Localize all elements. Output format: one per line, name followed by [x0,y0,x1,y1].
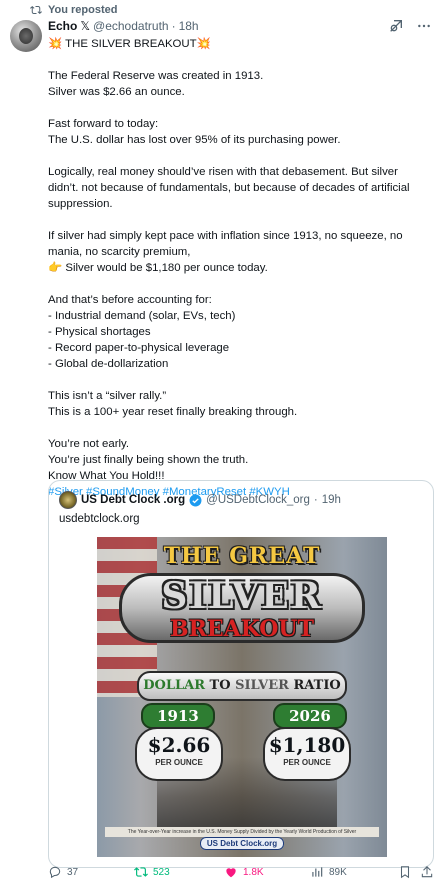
poster-logo-text: US Debt Clock.org [199,837,285,850]
poster-year-2026: 2026 [273,703,347,729]
post-top-actions [388,18,432,34]
quoted-post[interactable]: US Debt Clock .org @USDebtClock_org · 19… [48,480,434,868]
repost-count: 523 [153,866,170,878]
bookmark-icon [400,866,410,879]
author-avatar[interactable] [10,20,42,52]
quote-author-name[interactable]: US Debt Clock .org [81,494,185,506]
like-count: 1.8K [243,866,264,878]
dot-separator: · [313,494,318,506]
bookmark-button[interactable] [398,865,412,879]
reply-button[interactable]: 37 [48,865,78,879]
poster-price-1913: $2.66 PER OUNCE [135,727,223,781]
reply-icon [49,866,61,879]
poster-logo: US Debt Clock.org [97,837,387,853]
repost-label: You reposted [48,4,118,16]
post-text: 💥 THE SILVER BREAKOUT💥 The Federal Reser… [48,38,410,482]
poster-ratio-silver: SILVER [235,678,289,693]
poster-price-2026-unit: PER OUNCE [283,758,331,767]
poster-title-line2: SILVER [161,575,323,617]
quote-handle[interactable]: @USDebtClock_org [206,494,310,506]
action-bar: 37 523 1.8K 89K [48,864,434,880]
repost-indicator: You reposted [30,4,117,16]
share-icon [421,866,433,878]
poster-ratio-label: RATIO [288,678,341,693]
quote-image[interactable]: THE GREAT SILVER BREAKOUT DOLLAR TO SILV… [97,537,387,857]
dot-separator: · [171,19,176,33]
poster-ratio-to: TO [205,678,236,693]
quote-text: usdebtclock.org [59,513,140,525]
poster-price-1913-amount: $2.66 [147,733,211,757]
post-header: Echo 𝕏 @echodatruth · 18h [48,19,199,33]
like-button[interactable]: 1.8K [224,865,264,879]
poster-ratio-banner: DOLLAR TO SILVER RATIO [137,671,347,701]
quote-time[interactable]: 19h [322,494,341,506]
verified-badge-icon [189,494,202,506]
views-count: 89K [329,866,347,878]
heart-icon [226,868,236,878]
quote-avatar[interactable] [59,491,77,509]
poster-caption: The Year-over-Year increase in the U.S. … [105,827,379,837]
quote-header: US Debt Clock .org @USDebtClock_org · 19… [59,491,341,509]
poster-price-2026: $1,180 PER OUNCE [263,727,351,781]
author-handle[interactable]: @echodatruth [93,19,169,33]
share-button[interactable] [420,865,434,879]
poster-ratio-dollar: DOLLAR [143,678,206,693]
poster-year-1913: 1913 [141,703,215,729]
grok-icon[interactable] [388,18,404,34]
reply-count: 37 [67,866,79,878]
poster-price-1913-unit: PER OUNCE [155,758,203,767]
x-badge: 𝕏 [80,19,91,33]
poster-price-2026-amount: $1,180 [268,733,346,757]
repost-icon [134,867,148,877]
author-name[interactable]: Echo [48,19,77,33]
repost-button[interactable]: 523 [134,865,170,879]
poster-title-line1: THE GREAT [163,543,321,569]
more-icon[interactable] [416,18,432,34]
post-body: 💥 THE SILVER BREAKOUT💥 The Federal Reser… [48,36,428,500]
views-button[interactable]: 89K [310,865,347,879]
views-chart-icon [312,867,323,877]
repost-icon [30,5,42,15]
post-time[interactable]: 18h [179,19,199,33]
poster-title-line3: BREAKOUT [170,616,314,642]
